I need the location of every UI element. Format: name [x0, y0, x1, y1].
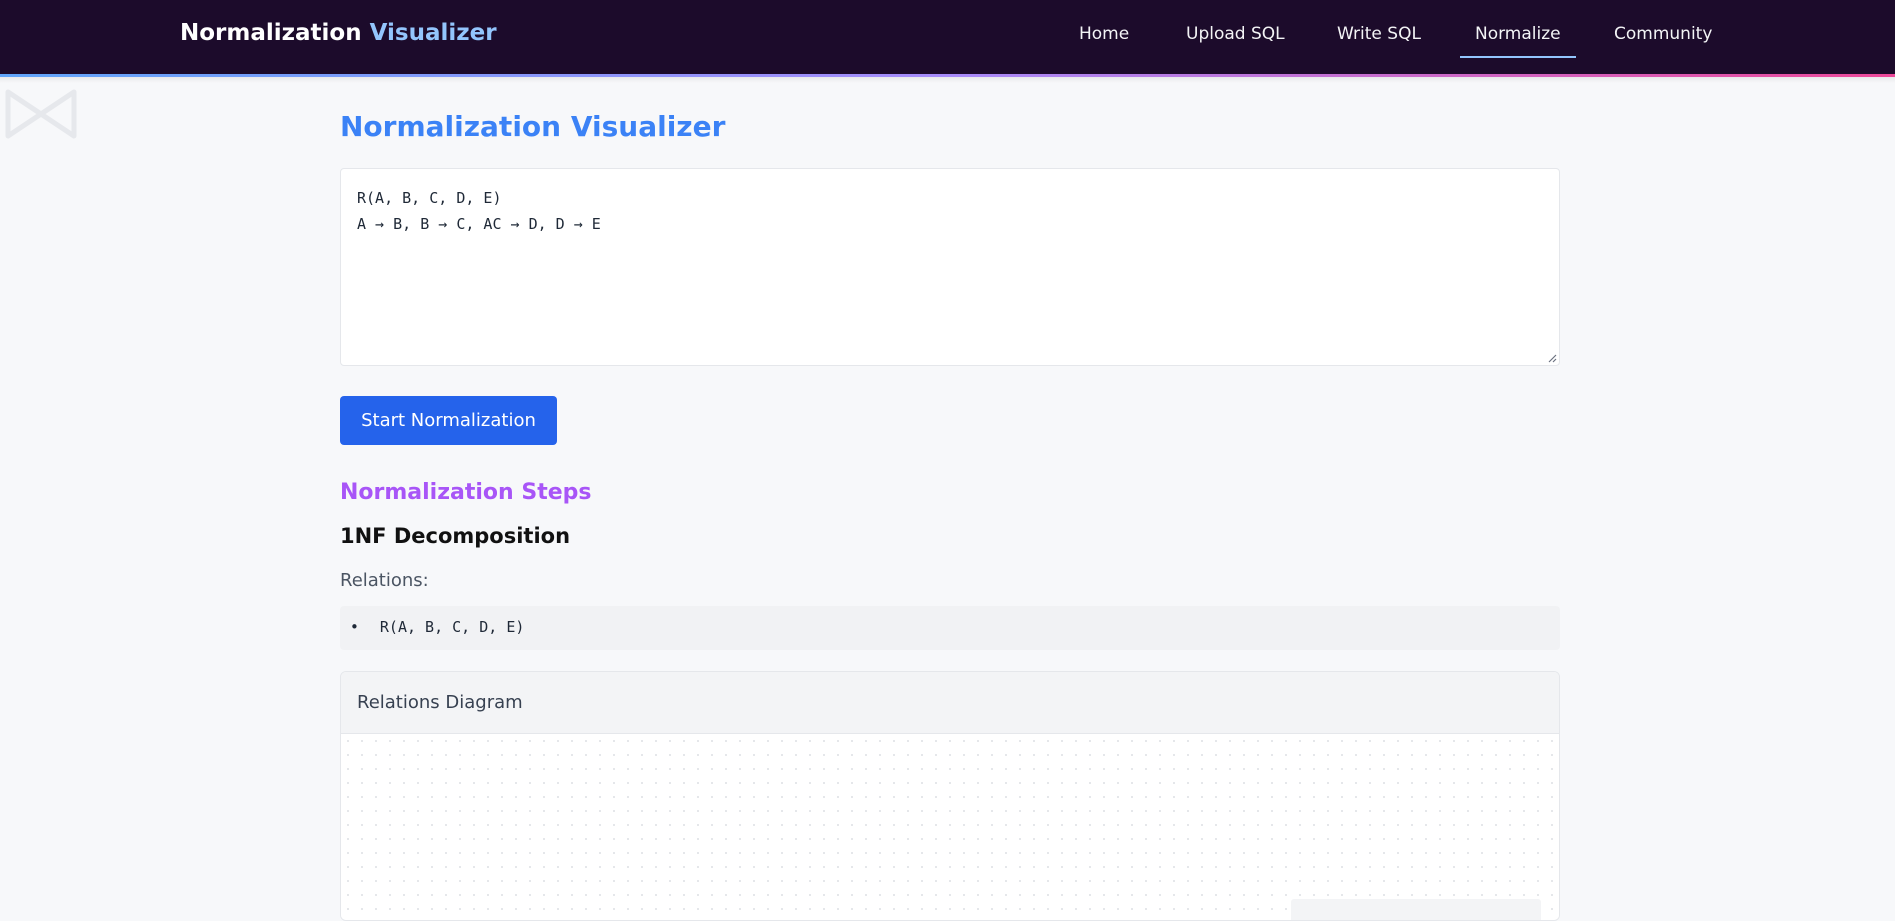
- brand-accent-text: Visualizer: [369, 20, 497, 46]
- steps-section-title: Normalization Steps: [340, 480, 592, 505]
- diagram-node[interactable]: [1291, 899, 1541, 920]
- nav-link-upload-sql[interactable]: Upload SQL: [1186, 24, 1285, 44]
- nav-link-community[interactable]: Community: [1614, 24, 1712, 44]
- relations-list: • R(A, B, C, D, E): [340, 606, 1560, 650]
- brand-main-text: Normalization: [180, 20, 362, 46]
- nav-link-normalize[interactable]: Normalize: [1460, 24, 1576, 58]
- diagram-canvas[interactable]: [341, 734, 1559, 920]
- nav-link-home[interactable]: Home: [1079, 24, 1129, 44]
- bowtie-logo-icon: [5, 89, 77, 139]
- resize-handle-icon[interactable]: [1547, 353, 1557, 363]
- relation-item: • R(A, B, C, D, E): [350, 618, 524, 636]
- page-title: Normalization Visualizer: [340, 110, 726, 143]
- schema-input-textarea[interactable]: R(A, B, C, D, E) A → B, B → C, AC → D, D…: [340, 168, 1560, 366]
- diagram-header: Relations Diagram: [341, 672, 1559, 734]
- diagram-title: Relations Diagram: [357, 692, 523, 713]
- top-navbar: Normalization Visualizer Home Upload SQL…: [0, 0, 1895, 74]
- relation-text: R(A, B, C, D, E): [379, 618, 525, 636]
- relations-label: Relations:: [340, 570, 429, 591]
- relations-diagram-card: Relations Diagram: [340, 671, 1560, 921]
- brand-logo[interactable]: Normalization Visualizer: [180, 20, 497, 46]
- step-heading: 1NF Decomposition: [340, 524, 571, 548]
- start-normalization-button[interactable]: Start Normalization: [340, 396, 557, 445]
- bullet-icon: •: [350, 618, 359, 636]
- nav-link-write-sql[interactable]: Write SQL: [1337, 24, 1421, 44]
- navbar-shadow: [0, 77, 1895, 83]
